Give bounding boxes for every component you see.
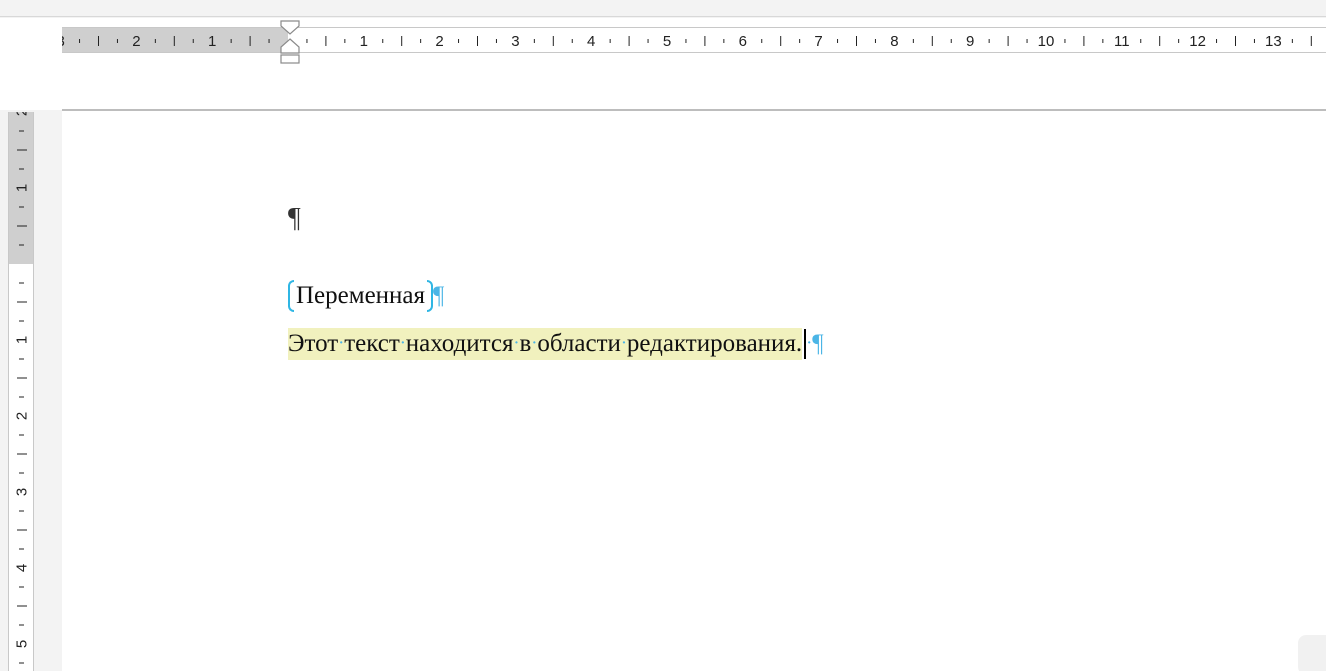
ruler-label: 1 (14, 336, 31, 344)
variable-field-text[interactable]: Переменная (296, 282, 425, 310)
paragraph-mark: ¶ (812, 330, 824, 357)
toolbar-strip (0, 0, 1326, 17)
ruler-label: 2 (14, 112, 31, 116)
variable-paragraph[interactable]: Переменная ¶ (288, 280, 444, 312)
ruler-label: 1 (208, 33, 216, 50)
ruler-label: 2 (435, 33, 443, 50)
variable-field[interactable]: Переменная (288, 280, 434, 312)
editable-word[interactable]: Этот (288, 330, 338, 358)
scroll-corner (1298, 635, 1326, 671)
ruler-label: 9 (966, 33, 974, 50)
ruler-label: 3 (14, 488, 31, 496)
ruler-label: 6 (739, 33, 747, 50)
ruler-label: 1 (360, 33, 368, 50)
ruler-label: 5 (663, 33, 671, 50)
vertical-ruler[interactable]: 2 1 1 2 3 4 5 (8, 112, 34, 671)
ruler-label: 2 (132, 33, 140, 50)
ruler-label: 3 (511, 33, 519, 50)
ruler-label: 8 (890, 33, 898, 50)
ruler-label: 4 (587, 33, 595, 50)
ruler-label: 11 (1114, 33, 1130, 50)
horizontal-ruler[interactable]: 32112345678910111213 (62, 27, 1326, 53)
ruler-label: 7 (814, 33, 822, 50)
ruler-label: 1 (14, 184, 31, 192)
indent-marker-icon[interactable] (278, 20, 302, 66)
empty-paragraph-mark: ¶ (288, 203, 301, 234)
ruler-label: 2 (14, 412, 31, 420)
ruler-label: 4 (14, 564, 31, 572)
field-open-bracket-icon (288, 280, 294, 312)
editable-word[interactable]: текст (344, 330, 400, 358)
editable-paragraph[interactable]: Этот · текст · находится · в · области · редактиро… (288, 328, 824, 360)
paragraph-mark: ¶ (433, 282, 445, 309)
horizontal-ruler-scale: 32112345678910111213 (62, 33, 1312, 50)
editable-word[interactable]: находится (406, 330, 514, 358)
ruler-label: 10 (1038, 33, 1055, 50)
editable-word[interactable]: области (537, 330, 621, 358)
vertical-ruler-scale: 2 1 1 2 3 4 5 (14, 112, 31, 664)
ruler-label: 3 (62, 33, 65, 50)
editable-region[interactable]: Этот · текст · находится · в · области · редактиро… (288, 328, 803, 360)
document-editor: 32112345678910111213 2112345 ¶ Переменна… (0, 0, 1326, 671)
editable-word[interactable]: в (520, 330, 532, 358)
document-page[interactable] (62, 111, 1326, 671)
ruler-label: 13 (1265, 33, 1282, 50)
ruler-label: 12 (1189, 33, 1206, 50)
ruler-label: 5 (14, 640, 31, 648)
editable-word[interactable]: редактирования. (627, 330, 802, 358)
